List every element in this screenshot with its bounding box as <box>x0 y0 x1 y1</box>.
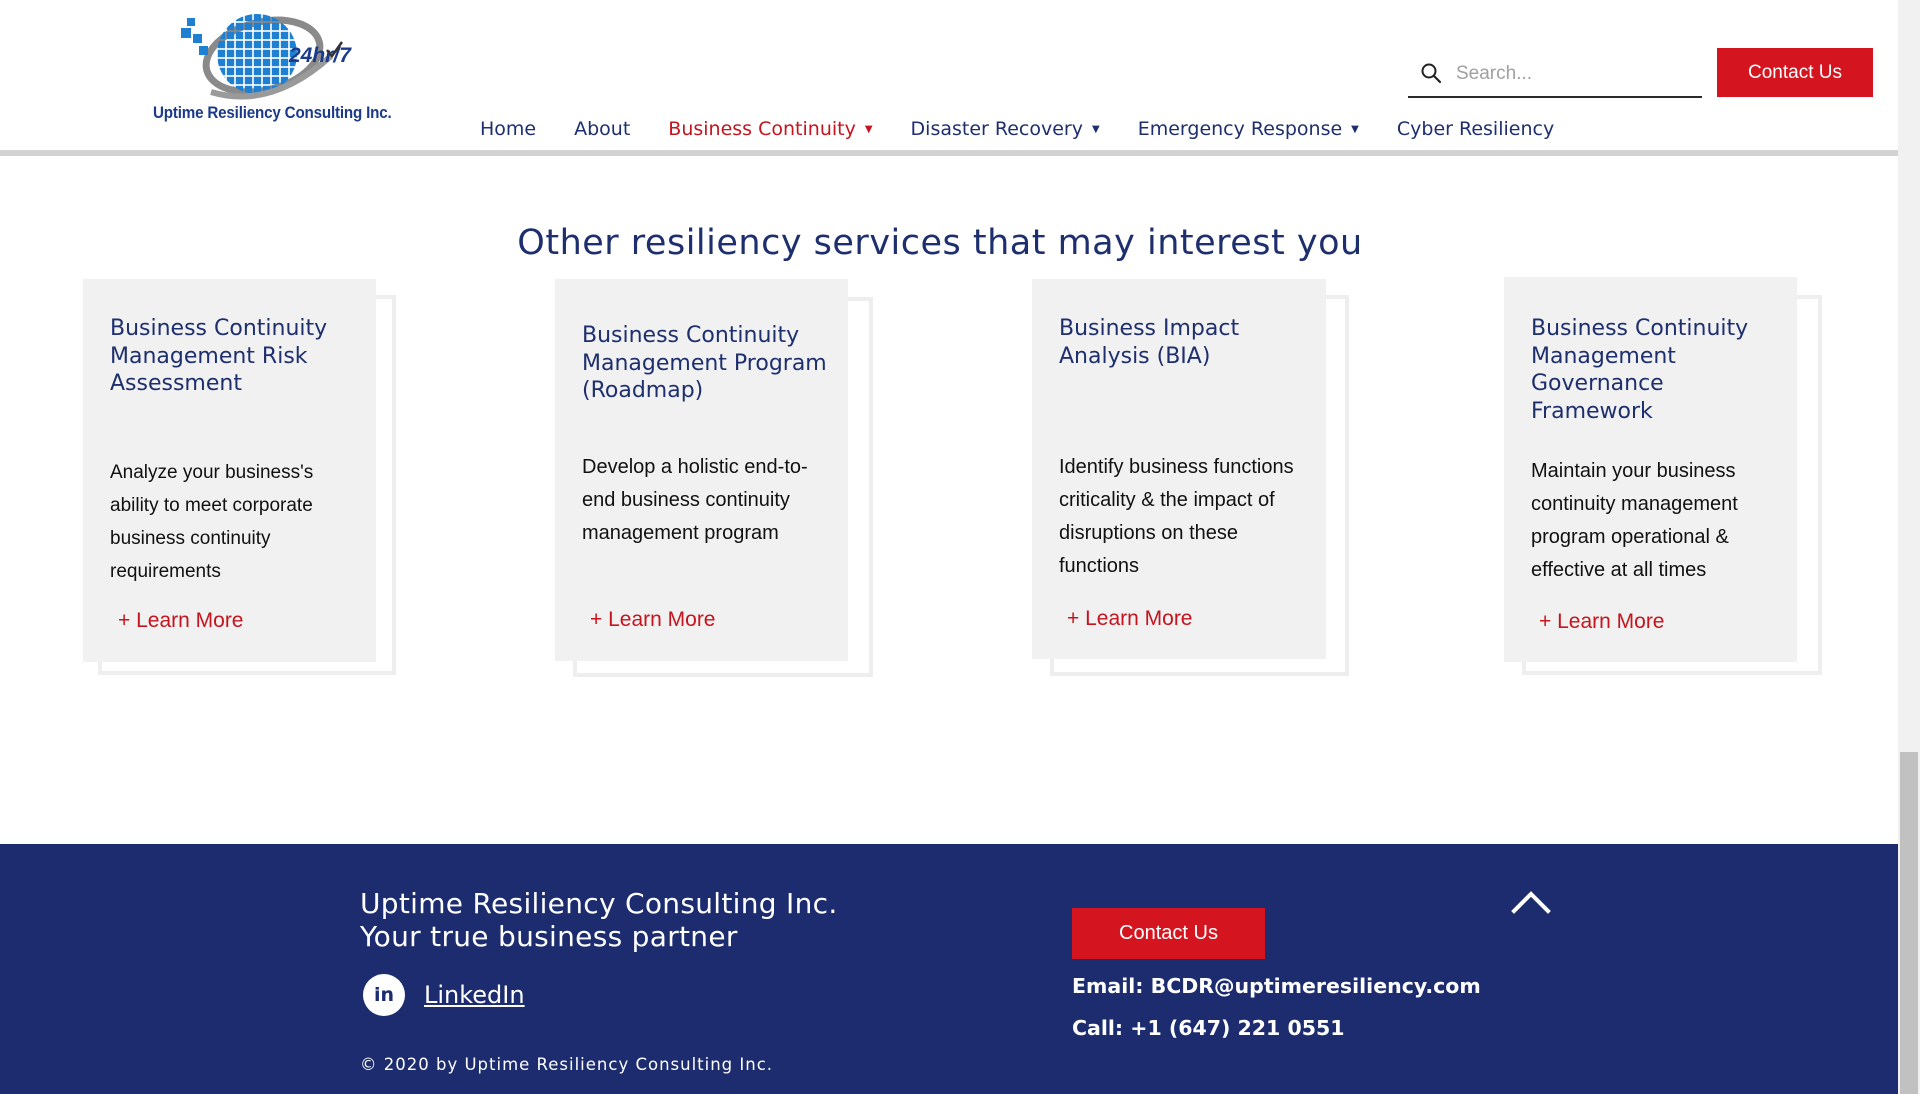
nav-item-about[interactable]: About <box>574 113 630 145</box>
footer-phone[interactable]: Call: +1 (647) 221 0551 <box>1072 1016 1345 1040</box>
globe-logo-icon: 24hr/7 <box>181 14 352 100</box>
card-body: Business Impact Analysis (BIA) Identify … <box>1032 279 1326 659</box>
section-title: Other resiliency services that may inter… <box>517 223 1363 264</box>
footer-email[interactable]: Email: BCDR@uptimeresiliency.com <box>1072 974 1481 998</box>
learn-more-link[interactable]: + Learn More <box>1539 610 1665 634</box>
site-footer: Uptime Resiliency Consulting Inc. Your t… <box>0 844 1898 1094</box>
chevron-up-icon[interactable] <box>1511 889 1551 915</box>
svg-text:24hr/7: 24hr/7 <box>288 44 352 67</box>
logo-wordmark: Uptime Resiliency Consulting Inc. <box>153 104 392 122</box>
card-body: Business Continuity Management Program (… <box>555 279 848 661</box>
footer-contact-button[interactable]: Contact Us <box>1072 908 1265 959</box>
linkedin-icon-glyph: in <box>373 984 395 1006</box>
copyright-text: © 2020 by Uptime Resiliency Consulting I… <box>360 1055 774 1074</box>
learn-more-link[interactable]: + Learn More <box>118 609 244 633</box>
footer-company-name: Uptime Resiliency Consulting Inc. <box>360 887 838 920</box>
nav-label: Cyber Resiliency <box>1396 118 1555 140</box>
nav-label: Emergency Response <box>1137 118 1343 140</box>
nav-item-home[interactable]: Home <box>480 113 536 145</box>
card-description: Identify business functions criticality … <box>1059 456 1294 577</box>
site-header: 24hr/7 Uptime Resiliency Consulting Inc.… <box>0 0 1898 152</box>
page-scrollbar[interactable] <box>1898 0 1920 1094</box>
card-description: Analyze your business's ability to meet … <box>110 462 314 582</box>
linkedin-link[interactable]: LinkedIn <box>424 981 525 1009</box>
header-contact-button[interactable]: Contact Us <box>1717 48 1873 97</box>
caret-down-icon: ▼ <box>1092 123 1100 135</box>
caret-down-icon: ▼ <box>1351 123 1359 135</box>
caret-down-icon: ▼ <box>864 123 873 135</box>
nav-label: Disaster Recovery <box>910 118 1083 140</box>
nav-label: Business Continuity <box>668 118 856 140</box>
card-description: Develop a holistic end-to-end business c… <box>582 456 808 544</box>
learn-more-link[interactable]: + Learn More <box>1067 607 1193 631</box>
card-body: Business Continuity Management Risk Asse… <box>83 279 376 662</box>
nav-item-emergency-response[interactable]: Emergency Response ▼ <box>1138 113 1359 145</box>
card-title: Business Continuity Management Program (… <box>582 323 827 403</box>
main-nav: Home About Business Continuity ▼ Disaste… <box>480 113 1592 145</box>
nav-label: Home <box>480 118 537 140</box>
learn-more-link[interactable]: + Learn More <box>590 608 716 632</box>
company-logo[interactable]: 24hr/7 Uptime Resiliency Consulting Inc. <box>153 0 392 128</box>
nav-item-cyber-resiliency[interactable]: Cyber Resiliency <box>1397 113 1554 145</box>
header-divider <box>0 150 1898 156</box>
card-description: Maintain your business continuity manage… <box>1531 460 1738 581</box>
search-box[interactable] <box>1408 52 1702 98</box>
card-title: Business Continuity Management Governanc… <box>1531 316 1749 424</box>
nav-label: About <box>574 118 631 140</box>
card-title: Business Impact Analysis (BIA) <box>1059 316 1240 369</box>
nav-item-business-continuity[interactable]: Business Continuity ▼ <box>668 113 872 145</box>
search-input[interactable] <box>1454 58 1698 90</box>
scrollbar-thumb[interactable] <box>1900 752 1918 1094</box>
card-body: Business Continuity Management Governanc… <box>1504 277 1797 662</box>
search-icon <box>1421 63 1442 84</box>
card-title: Business Continuity Management Risk Asse… <box>110 316 328 396</box>
nav-item-disaster-recovery[interactable]: Disaster Recovery ▼ <box>911 113 1100 145</box>
footer-tagline: Your true business partner <box>360 920 738 953</box>
linkedin-icon[interactable]: in <box>363 974 405 1016</box>
